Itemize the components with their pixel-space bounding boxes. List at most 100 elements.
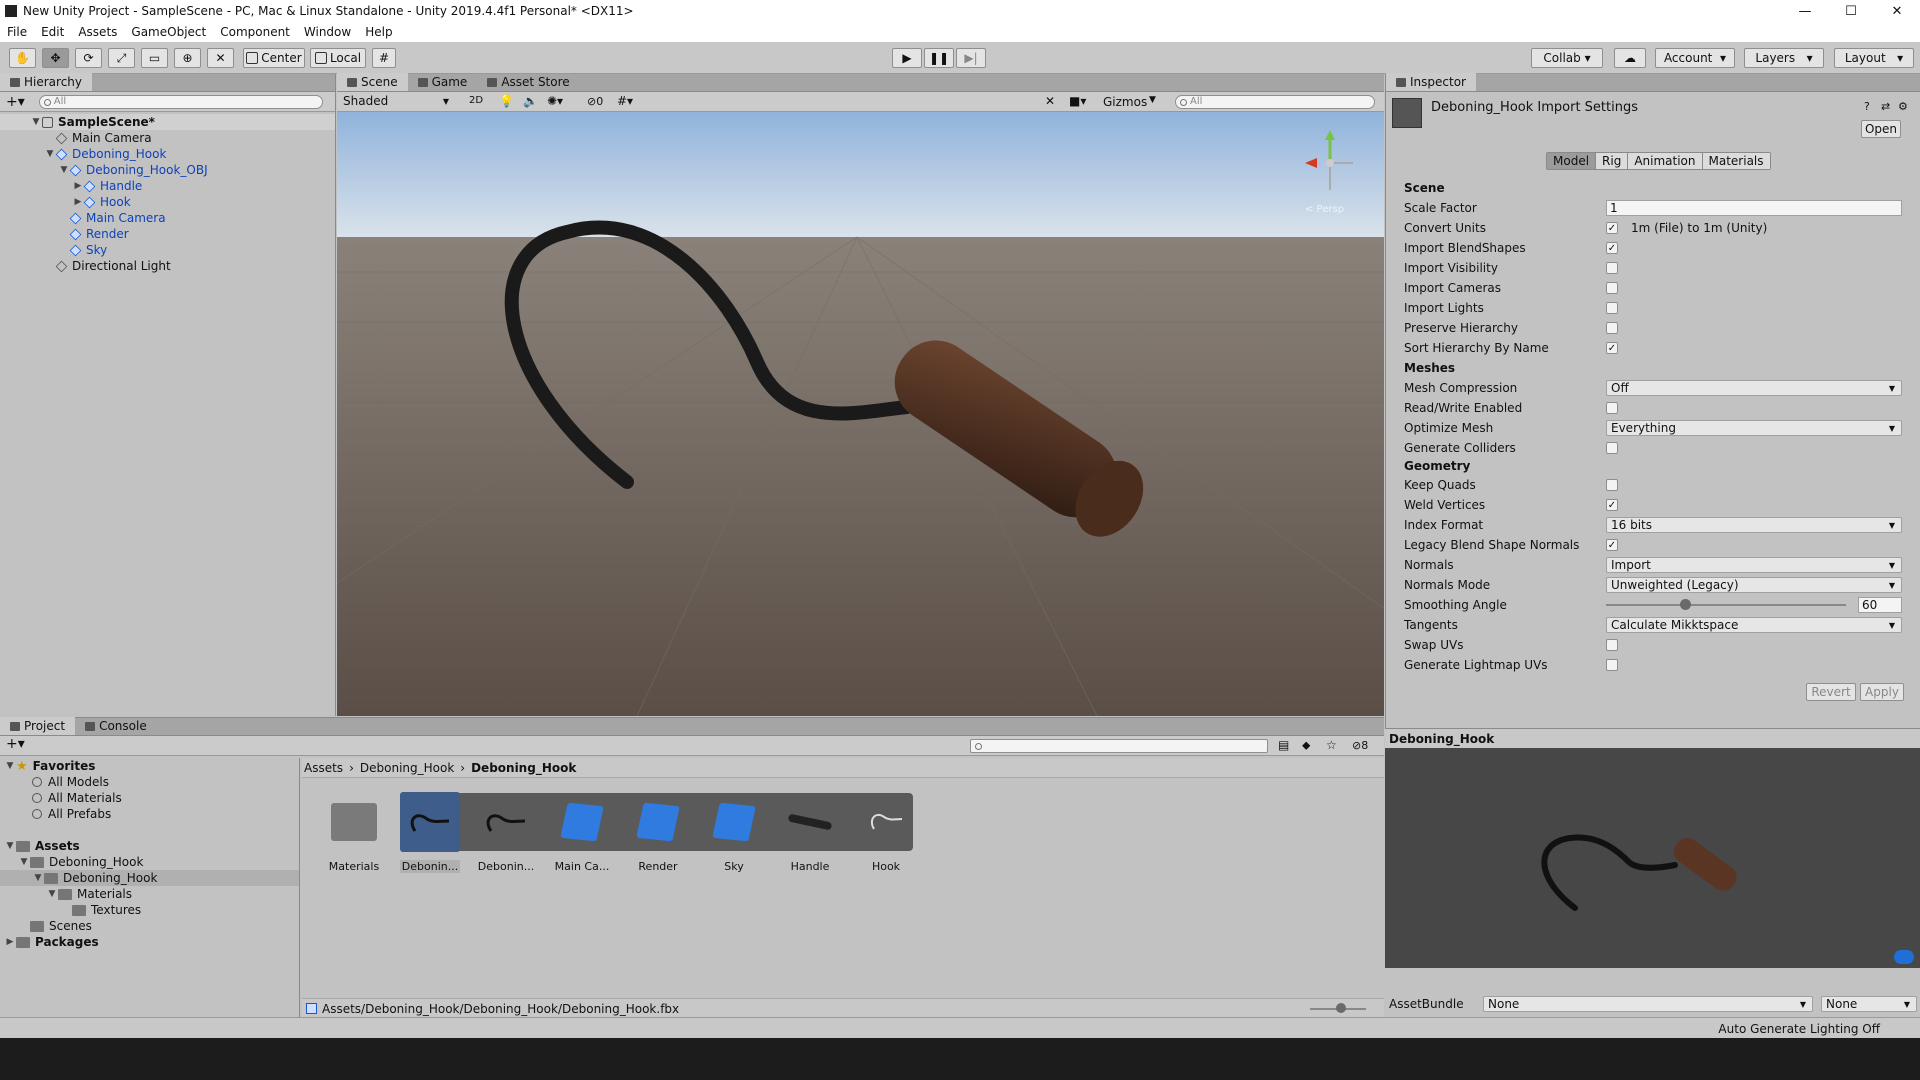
hierarchy-search-input[interactable]: All: [38, 94, 323, 109]
revert-button[interactable]: Revert: [1806, 683, 1856, 701]
settings-gear-icon[interactable]: ⚙: [1898, 100, 1908, 113]
hierarchy-item[interactable]: Main Camera: [0, 210, 335, 226]
scene-orientation-gizmo-icon[interactable]: [1295, 128, 1365, 198]
open-button[interactable]: Open: [1861, 120, 1901, 138]
menu-file[interactable]: File: [0, 25, 34, 39]
tab-animation[interactable]: Animation: [1627, 153, 1702, 169]
inspector-checkbox[interactable]: [1606, 262, 1618, 274]
breadcrumb-item[interactable]: Assets: [304, 761, 343, 775]
grid-toggle-icon[interactable]: #▾: [617, 94, 633, 108]
tab-asset-store[interactable]: Asset Store: [477, 73, 579, 91]
hidden-packages-counter[interactable]: ⊘8: [1352, 739, 1368, 752]
play-button[interactable]: ▶: [892, 48, 922, 68]
asset-grid-item[interactable]: Debonin...: [392, 792, 468, 873]
filter-by-label-icon[interactable]: ⬥: [1302, 738, 1310, 753]
tab-model[interactable]: Model: [1547, 153, 1596, 169]
collab-dropdown[interactable]: Collab ▾: [1531, 48, 1603, 68]
tangents-dropdown[interactable]: Calculate Mikktspace ▼: [1606, 617, 1902, 633]
project-folder-row[interactable]: ▼ Assets: [0, 838, 299, 854]
camera-icon[interactable]: ■▾: [1069, 94, 1086, 108]
favorites-star-icon[interactable]: ☆: [1326, 738, 1337, 752]
2d-toggle[interactable]: 2D: [469, 95, 483, 106]
hand-tool-icon[interactable]: ✋: [9, 48, 36, 68]
custom-tool-icon[interactable]: ✕: [207, 48, 234, 68]
hierarchy-item[interactable]: Render: [0, 226, 335, 242]
expand-arrow-icon[interactable]: ▼: [18, 857, 30, 867]
hierarchy-item[interactable]: Sky: [0, 242, 335, 258]
inspector-checkbox[interactable]: [1606, 322, 1618, 334]
project-search-input[interactable]: [970, 739, 1268, 753]
project-folder-row[interactable]: Textures: [0, 902, 299, 918]
menu-window[interactable]: Window: [297, 25, 358, 39]
assetbundle-dropdown[interactable]: None ▼: [1483, 996, 1813, 1012]
expand-arrow-icon[interactable]: ▼: [32, 873, 44, 883]
step-button[interactable]: ▶|: [956, 48, 986, 68]
scene-row[interactable]: ▼ SampleScene*: [0, 114, 335, 130]
asset-grid-item[interactable]: Render: [620, 792, 696, 873]
normals-dropdown[interactable]: Import ▼: [1606, 557, 1902, 573]
favorite-item[interactable]: All Models: [0, 774, 299, 790]
account-dropdown[interactable]: Account ▾: [1655, 48, 1735, 68]
menu-edit[interactable]: Edit: [34, 25, 71, 39]
keep-quads-checkbox[interactable]: [1606, 479, 1618, 491]
mesh-compression-dropdown[interactable]: Off ▼: [1606, 380, 1902, 396]
asset-grid-item[interactable]: Handle: [772, 792, 848, 873]
slider-thumb[interactable]: [1680, 599, 1691, 610]
convert-units-checkbox[interactable]: ✓: [1606, 222, 1618, 234]
move-tool-icon[interactable]: ✥: [42, 48, 69, 68]
inspector-checkbox[interactable]: [1606, 302, 1618, 314]
transform-tool-icon[interactable]: ⊕: [174, 48, 201, 68]
filter-by-type-icon[interactable]: ▤: [1278, 738, 1289, 752]
project-create-plus-icon[interactable]: +▾: [6, 736, 25, 752]
tab-hierarchy[interactable]: Hierarchy: [0, 73, 93, 91]
maximize-button[interactable]: ☐: [1828, 0, 1874, 22]
expand-arrow-icon[interactable]: ▼: [30, 117, 42, 127]
tab-console[interactable]: Console: [75, 717, 157, 735]
hierarchy-item[interactable]: ▼ Deboning_Hook: [0, 146, 335, 162]
rotate-tool-icon[interactable]: ⟳: [75, 48, 102, 68]
colliders-checkbox[interactable]: [1606, 442, 1618, 454]
rw-checkbox[interactable]: [1606, 402, 1618, 414]
index-format-dropdown[interactable]: 16 bits ▼: [1606, 517, 1902, 533]
legacy-blend-checkbox[interactable]: ✓: [1606, 539, 1618, 551]
project-folder-row[interactable]: Scenes: [0, 918, 299, 934]
asset-grid-item[interactable]: Hook: [848, 792, 924, 873]
expand-arrow-icon[interactable]: ▶: [4, 937, 16, 947]
help-icon[interactable]: ?: [1864, 100, 1870, 113]
preview-header[interactable]: Deboning_Hook: [1385, 728, 1920, 748]
asset-label-icon[interactable]: [1894, 950, 1914, 964]
expand-arrow-icon[interactable]: ▼: [46, 889, 58, 899]
rect-tool-icon[interactable]: ▭: [141, 48, 168, 68]
smoothing-input[interactable]: 60: [1858, 597, 1902, 613]
tab-scene[interactable]: Scene: [337, 73, 408, 91]
breadcrumb-item-current[interactable]: Deboning_Hook: [471, 761, 576, 775]
pivot-local-button[interactable]: Local: [310, 48, 366, 68]
lighting-toggle-icon[interactable]: 💡: [499, 94, 514, 108]
smoothing-slider[interactable]: [1606, 597, 1850, 613]
asset-grid-item[interactable]: Main Ca...: [544, 792, 620, 873]
expand-arrow-icon[interactable]: ▼: [4, 841, 16, 851]
tab-game[interactable]: Game: [408, 73, 478, 91]
favorite-item[interactable]: All Prefabs: [0, 806, 299, 822]
breadcrumb-item[interactable]: Deboning_Hook: [360, 761, 454, 775]
cloud-icon[interactable]: ☁: [1614, 48, 1646, 68]
hierarchy-item[interactable]: ▶ Handle: [0, 178, 335, 194]
scale-factor-input[interactable]: 1: [1606, 200, 1902, 216]
pivot-center-button[interactable]: Center: [243, 48, 305, 68]
draw-mode-dropdown[interactable]: Shaded ▼: [339, 93, 455, 109]
hidden-objects-counter[interactable]: ⊘0: [587, 95, 603, 108]
menu-gameobject[interactable]: GameObject: [124, 25, 213, 39]
favorite-item[interactable]: All Materials: [0, 790, 299, 806]
layout-dropdown[interactable]: Layout ▾: [1834, 48, 1914, 68]
gizmos-dropdown[interactable]: Gizmos: [1103, 95, 1147, 109]
gizmos-chevron-icon[interactable]: ▼: [1149, 95, 1156, 105]
menu-component[interactable]: Component: [213, 25, 297, 39]
project-folder-row[interactable]: ▼ Deboning_Hook: [0, 854, 299, 870]
inspector-checkbox[interactable]: ✓: [1606, 242, 1618, 254]
hierarchy-item[interactable]: ▼ Deboning_Hook_OBJ: [0, 162, 335, 178]
optimize-dropdown[interactable]: Everything ▼: [1606, 420, 1902, 436]
asset-grid-item[interactable]: Sky: [696, 792, 772, 873]
project-folder-row[interactable]: ▼ Deboning_Hook: [0, 870, 299, 886]
persp-label[interactable]: < Persp: [1305, 204, 1344, 215]
tab-inspector[interactable]: Inspector: [1386, 73, 1476, 91]
